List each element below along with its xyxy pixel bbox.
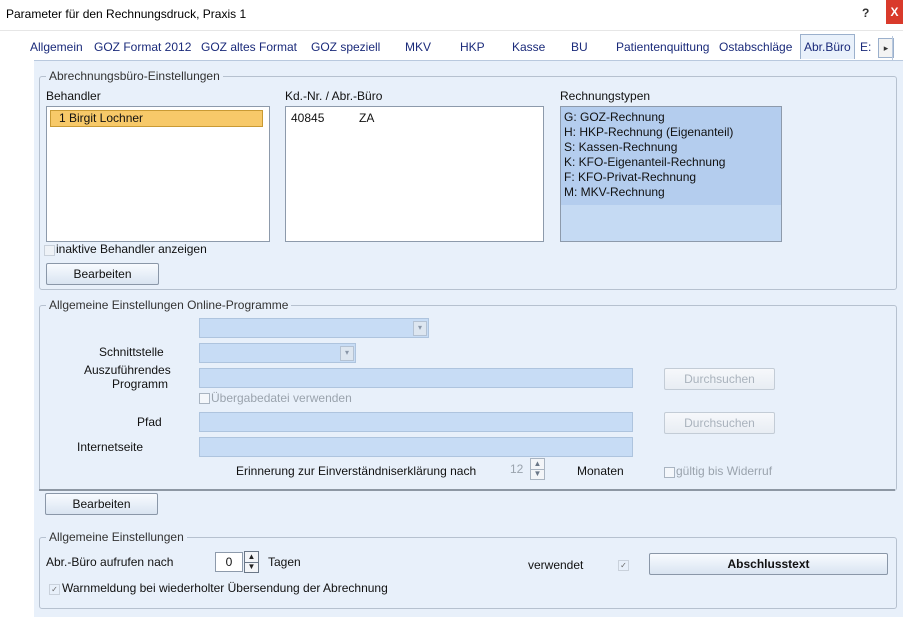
programm-input[interactable]: [199, 368, 633, 388]
tagen-label: Tagen: [268, 555, 301, 569]
online-separator: [39, 489, 895, 491]
abr-buero-value: ZA: [359, 111, 375, 125]
rechnungstyp-item[interactable]: F: KFO-Privat-Rechnung: [564, 170, 696, 184]
abschlusstext-button[interactable]: Abschlusstext: [649, 553, 888, 575]
online-programme-legend: Allgemeine Einstellungen Online-Programm…: [46, 298, 292, 312]
erinnerung-spinner[interactable]: ▲ ▼: [530, 458, 545, 480]
erinnerung-value[interactable]: 12: [510, 462, 523, 476]
rechnungstyp-item[interactable]: H: HKP-Rechnung (Eigenanteil): [564, 125, 733, 139]
uebergabe-checkbox[interactable]: [199, 393, 210, 404]
behandler-item-selected[interactable]: 1 Birgit Lochner: [50, 110, 263, 127]
behandler-header: Behandler: [46, 89, 101, 103]
kdnr-list[interactable]: 40845 ZA: [285, 106, 544, 242]
programm-browse-button[interactable]: Durchsuchen: [664, 368, 775, 390]
tab-allgemein[interactable]: Allgemein: [30, 36, 83, 58]
tab-patientenquittung[interactable]: Patientenquittung: [616, 36, 709, 58]
monaten-label: Monaten: [577, 464, 624, 478]
tab-mkv[interactable]: MKV: [405, 36, 431, 58]
allgemeine-einstellungen-legend: Allgemeine Einstellungen: [46, 530, 187, 544]
rechnungstypen-header: Rechnungstypen: [560, 89, 651, 103]
tab-hkp[interactable]: HKP: [460, 36, 485, 58]
warnmeldung-checkbox[interactable]: ✓: [49, 584, 60, 595]
tab-e[interactable]: E:: [860, 36, 871, 58]
abrechnungsbuero-legend: Abrechnungsbüro-Einstellungen: [46, 69, 223, 83]
online-edit-button[interactable]: Bearbeiten: [45, 493, 158, 515]
title-bar: Parameter für den Rechnungsdruck, Praxis…: [0, 0, 903, 31]
tab-abr-buero[interactable]: Abr.Büro: [800, 34, 855, 59]
online-programm-select[interactable]: ▾: [199, 318, 429, 338]
schnittstelle-select[interactable]: ▾: [199, 343, 356, 363]
rechnungstypen-list[interactable]: G: GOZ-Rechnung H: HKP-Rechnung (Eigenan…: [560, 106, 782, 242]
tage-input[interactable]: 0: [215, 552, 243, 572]
inactive-behandler-checkbox[interactable]: [44, 245, 55, 256]
pfad-input[interactable]: [199, 412, 633, 432]
behandler-edit-button[interactable]: Bearbeiten: [46, 263, 159, 285]
internetseite-input[interactable]: [199, 437, 633, 457]
kdnr-value: 40845: [291, 111, 325, 125]
chevron-down-icon: ▾: [413, 321, 427, 336]
tab-bar: Allgemein GOZ Format 2012 GOZ altes Form…: [30, 34, 903, 60]
verwendet-label: verwendet: [528, 558, 584, 572]
schnittstelle-label: Schnittstelle: [99, 345, 164, 359]
gueltig-checkbox[interactable]: [664, 467, 675, 478]
programm-label-line2: Programm: [112, 377, 169, 391]
kdnr-header: Kd.-Nr. / Abr.-Büro: [285, 89, 383, 103]
tab-ostabschlaege[interactable]: Ostabschläge: [719, 36, 792, 58]
tage-spinner[interactable]: ▲ ▼: [244, 551, 259, 573]
erinnerung-label: Erinnerung zur Einverständniserklärung n…: [236, 464, 477, 478]
rechnungstyp-item[interactable]: G: GOZ-Rechnung: [564, 110, 665, 124]
tab-kasse[interactable]: Kasse: [512, 36, 545, 58]
tab-bu[interactable]: BU: [571, 36, 588, 58]
gueltig-label: gültig bis Widerruf: [676, 464, 773, 478]
help-button[interactable]: ?: [862, 6, 869, 20]
internetseite-label: Internetseite: [77, 440, 144, 454]
rechnungstyp-item[interactable]: K: KFO-Eigenanteil-Rechnung: [564, 155, 725, 169]
verwendet-checkbox[interactable]: ✓: [618, 560, 629, 571]
uebergabe-label: Übergabedatei verwenden: [211, 391, 352, 405]
tab-goz-format-2012[interactable]: GOZ Format 2012: [94, 36, 191, 58]
abrechnungsbuero-group: Abrechnungsbüro-Einstellungen Behandler …: [39, 69, 897, 290]
online-programme-group: Allgemeine Einstellungen Online-Programm…: [39, 298, 897, 491]
allgemeine-einstellungen-group: Allgemeine Einstellungen Abr.-Büro aufru…: [39, 530, 897, 609]
close-button[interactable]: X: [886, 0, 903, 24]
rechnungstyp-item[interactable]: S: Kassen-Rechnung: [564, 140, 677, 154]
inactive-behandler-label: inaktive Behandler anzeigen: [56, 242, 207, 256]
rechnungstyp-item[interactable]: M: MKV-Rechnung: [564, 185, 665, 199]
pfad-browse-button[interactable]: Durchsuchen: [664, 412, 775, 434]
abr-buero-panel: Abrechnungsbüro-Einstellungen Behandler …: [34, 60, 903, 617]
chevron-down-icon: ▾: [340, 346, 354, 361]
spin-down-icon[interactable]: ▼: [245, 562, 258, 572]
window-title: Parameter für den Rechnungsdruck, Praxis…: [6, 7, 247, 21]
aufrufen-label: Abr.-Büro aufrufen nach: [46, 555, 174, 569]
pfad-label: Pfad: [137, 415, 162, 429]
tab-goz-altes-format[interactable]: GOZ altes Format: [201, 36, 297, 58]
programm-label-line1: Auszuführendes: [84, 363, 171, 377]
behandler-list[interactable]: 1 Birgit Lochner: [46, 106, 270, 242]
spin-down-icon[interactable]: ▼: [531, 469, 544, 479]
warnmeldung-label: Warnmeldung bei wiederholter Übersendung…: [62, 581, 388, 595]
tab-goz-speziell[interactable]: GOZ speziell: [311, 36, 380, 58]
